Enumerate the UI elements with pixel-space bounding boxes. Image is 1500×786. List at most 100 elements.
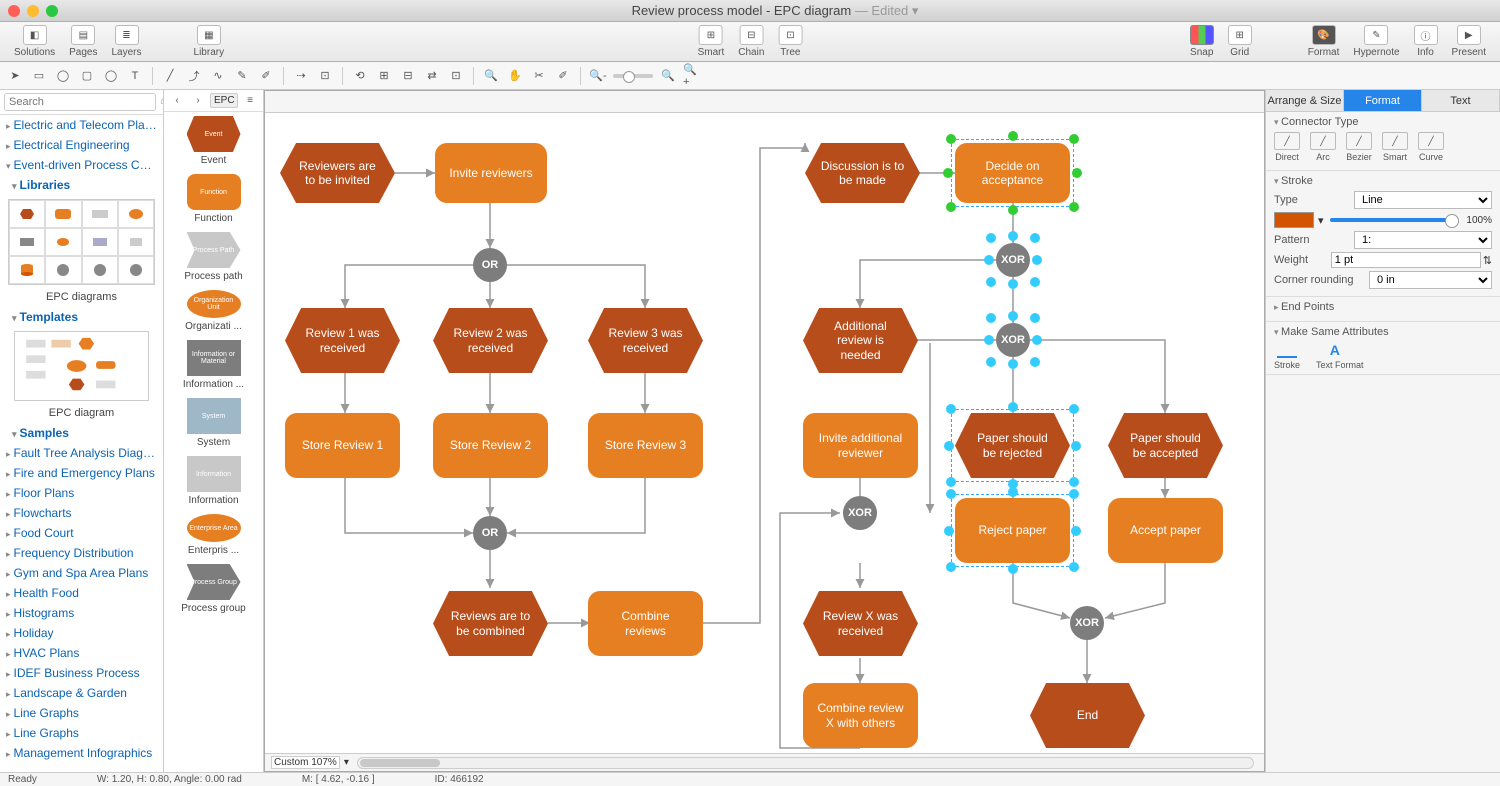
corner-select[interactable]: 0 in xyxy=(1369,271,1492,289)
zoom-down-icon[interactable]: ▾ xyxy=(344,757,349,768)
rect-select-icon[interactable]: ▭ xyxy=(30,67,48,85)
event-shape[interactable]: Reviews are to be combined xyxy=(433,591,548,656)
function-shape[interactable]: Combine review X with others xyxy=(803,683,918,748)
conn-bezier-button[interactable]: ╱Bezier xyxy=(1346,132,1372,162)
nav-item[interactable]: Holiday xyxy=(0,623,163,643)
nav-item[interactable]: Management Infographics xyxy=(0,743,163,763)
event-shape[interactable]: Additional review is needed xyxy=(803,308,918,373)
eyedropper-icon[interactable]: ✐ xyxy=(257,67,275,85)
present-button[interactable]: ▶Present xyxy=(1446,25,1492,58)
dropdown-icon[interactable]: ▾ xyxy=(1318,214,1324,227)
nav-item[interactable]: Histograms xyxy=(0,603,163,623)
event-shape[interactable]: Discussion is to be made xyxy=(805,143,920,203)
tab-format[interactable]: Format xyxy=(1344,90,1422,111)
info-button[interactable]: ⓘInfo xyxy=(1408,25,1444,58)
nav-libraries[interactable]: Libraries xyxy=(0,175,163,195)
grid-button[interactable]: ⊞Grid xyxy=(1222,25,1258,58)
library-thumbnail[interactable] xyxy=(8,199,155,285)
stroke-color-swatch[interactable] xyxy=(1274,212,1314,228)
weight-input[interactable] xyxy=(1331,252,1481,268)
lib-item[interactable]: Process PathProcess path xyxy=(164,232,263,282)
nav-item[interactable]: Landscape & Garden xyxy=(0,683,163,703)
lib-item[interactable]: Organization UnitOrganizati ... xyxy=(164,290,263,332)
pan-icon[interactable]: ✋ xyxy=(506,67,524,85)
spline-tool-icon[interactable]: ∿ xyxy=(209,67,227,85)
tab-arrange[interactable]: Arrange & Size xyxy=(1266,90,1344,111)
event-shape[interactable]: Review 1 was received xyxy=(285,308,400,373)
close-icon[interactable] xyxy=(8,5,20,17)
conn-direct-button[interactable]: ╱Direct xyxy=(1274,132,1300,162)
nav-item[interactable]: Electrical Engineering xyxy=(0,135,163,155)
or-gate[interactable]: OR xyxy=(473,248,507,282)
section-make-same[interactable]: Make Same Attributes xyxy=(1274,326,1492,338)
library-shapes[interactable]: EventEvent FunctionFunction Process PathPr… xyxy=(164,112,263,772)
xor-gate[interactable]: XOR xyxy=(996,243,1030,277)
scrollbar-horizontal[interactable] xyxy=(357,757,1254,769)
zoom-icon[interactable] xyxy=(46,5,58,17)
section-endpoints[interactable]: End Points xyxy=(1274,301,1492,313)
xor-gate[interactable]: XOR xyxy=(996,323,1030,357)
nav-item[interactable]: Gym and Spa Area Plans xyxy=(0,563,163,583)
nav-item[interactable]: Line Graphs xyxy=(0,723,163,743)
lib-item[interactable]: Process GroupProcess group xyxy=(164,564,263,614)
lib-fwd-icon[interactable]: › xyxy=(189,92,207,110)
lib-item[interactable]: InformationInformation xyxy=(164,456,263,506)
zoom-in-icon[interactable]: 🔍 xyxy=(482,67,500,85)
hypernote-button[interactable]: ✎Hypernote xyxy=(1347,25,1405,58)
chain-button[interactable]: ⊟Chain xyxy=(732,25,770,58)
nav-item[interactable]: Fire and Emergency Plans xyxy=(0,463,163,483)
lib-item[interactable]: Information or MaterialInformation ... xyxy=(164,340,263,390)
msa-text-button[interactable]: AText Format xyxy=(1316,342,1364,370)
search-input[interactable] xyxy=(4,93,156,111)
event-shape[interactable]: Review X was received xyxy=(803,591,918,656)
event-shape[interactable]: Paper should be accepted xyxy=(1108,413,1223,478)
conn-arc-button[interactable]: ╱Arc xyxy=(1310,132,1336,162)
tree-button[interactable]: ⊡Tree xyxy=(772,25,808,58)
function-shape[interactable]: Store Review 2 xyxy=(433,413,548,478)
zoom-fit-icon[interactable]: 🔍 xyxy=(659,67,677,85)
lib-tab[interactable]: EPC di... xyxy=(210,93,238,108)
lib-item[interactable]: Enterprise AreaEnterpris ... xyxy=(164,514,263,556)
conn-smart-button[interactable]: ╱Smart xyxy=(1382,132,1408,162)
event-shape[interactable]: Reviewers are to be invited xyxy=(280,143,395,203)
distribute-icon[interactable]: ⊟ xyxy=(399,67,417,85)
section-connector-type[interactable]: Connector Type xyxy=(1274,116,1492,128)
function-shape[interactable]: Decide on acceptance xyxy=(955,143,1070,203)
pattern-select[interactable]: 1: xyxy=(1354,231,1492,249)
nav-samples[interactable]: Samples xyxy=(0,423,163,443)
lib-back-icon[interactable]: ‹ xyxy=(168,92,186,110)
event-shape[interactable]: Review 3 was received xyxy=(588,308,703,373)
pen-tool-icon[interactable]: ✎ xyxy=(233,67,251,85)
opacity-slider[interactable] xyxy=(1330,218,1454,222)
nav-item[interactable]: Electric and Telecom Plans xyxy=(0,115,163,135)
lib-item[interactable]: FunctionFunction xyxy=(164,174,263,224)
lib-menu-icon[interactable]: ≡ xyxy=(241,92,259,110)
nav-item[interactable]: HVAC Plans xyxy=(0,643,163,663)
nav-item[interactable]: Flowcharts xyxy=(0,503,163,523)
function-shape[interactable]: Store Review 1 xyxy=(285,413,400,478)
or-gate[interactable]: OR xyxy=(473,516,507,550)
function-shape[interactable]: Combine reviews xyxy=(588,591,703,656)
tab-text[interactable]: Text xyxy=(1422,90,1500,111)
event-shape[interactable]: End xyxy=(1030,683,1145,748)
event-shape[interactable]: Paper should be rejected xyxy=(955,413,1070,478)
flip-icon[interactable]: ⇄ xyxy=(423,67,441,85)
zoom-slider[interactable] xyxy=(613,74,653,78)
pages-button[interactable]: ▤Pages xyxy=(63,25,103,58)
msa-stroke-button[interactable]: Stroke xyxy=(1274,342,1300,370)
nav-item[interactable]: IDEF Business Process xyxy=(0,663,163,683)
stamp-icon[interactable]: ⊡ xyxy=(316,67,334,85)
library-button[interactable]: ▦Library xyxy=(188,25,231,58)
format-button[interactable]: 🎨Format xyxy=(1302,25,1346,58)
template-thumbnail[interactable] xyxy=(14,331,149,401)
zoom-in-button[interactable]: 🔍+ xyxy=(683,67,701,85)
xor-gate[interactable]: XOR xyxy=(843,496,877,530)
nav-item[interactable]: Fault Tree Analysis Diagrams xyxy=(0,443,163,463)
function-shape[interactable]: Store Review 3 xyxy=(588,413,703,478)
rect-tool-icon[interactable]: ▢ xyxy=(78,67,96,85)
group-icon[interactable]: ⊡ xyxy=(447,67,465,85)
conn-curve-button[interactable]: ╱Curve xyxy=(1418,132,1444,162)
lib-item[interactable]: EventEvent xyxy=(164,116,263,166)
zoom-out-button[interactable]: 🔍- xyxy=(589,67,607,85)
zoom-select[interactable]: Custom 107% xyxy=(271,756,340,769)
